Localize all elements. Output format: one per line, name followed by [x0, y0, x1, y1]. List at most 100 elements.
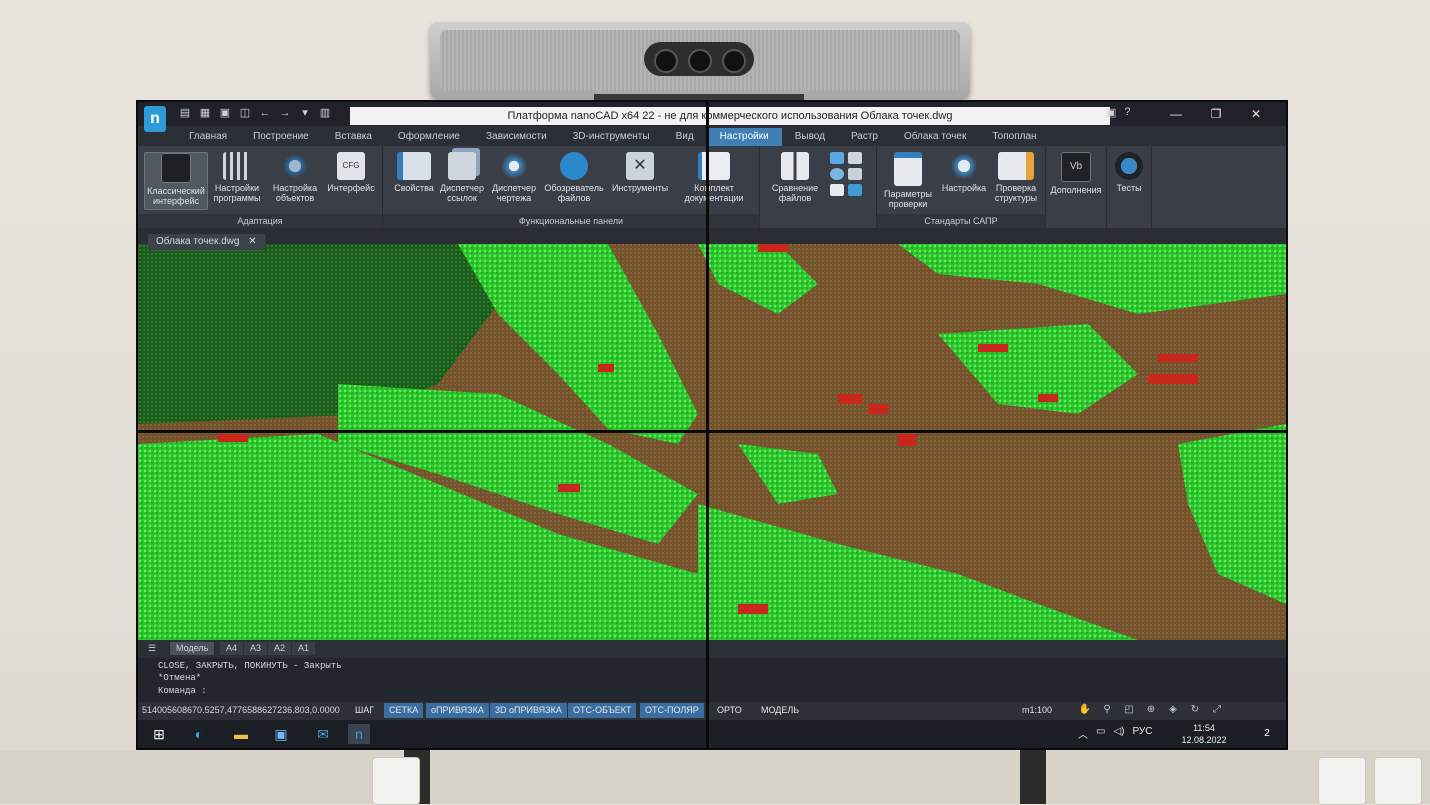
status-model-button[interactable]: МОДЕЛЬ	[756, 703, 804, 718]
monitor-stand-right	[1020, 748, 1046, 804]
file-explorer-button[interactable]: Обозреватель файлов	[543, 152, 605, 203]
zoom-extents-icon[interactable]: ⊕	[1144, 703, 1158, 717]
print-icon[interactable]: ▥	[318, 106, 332, 120]
qat-dropdown-icon[interactable]: ▾	[298, 106, 312, 120]
group-label: Адаптация	[138, 214, 382, 228]
xref-icon	[448, 152, 476, 180]
command-window[interactable]: CLOSE, ЗАКРЫТЬ, ПОКИНУТЬ - Закрыть *Отме…	[138, 658, 1286, 702]
minimize-button[interactable]: —	[1156, 104, 1196, 124]
layout-tab-a2[interactable]: A2	[268, 642, 292, 655]
group-tests: Тесты	[1107, 146, 1152, 228]
compare-files-button[interactable]: Сравнение файлов	[764, 152, 826, 203]
tab-zavisimosti[interactable]: Зависимости	[473, 128, 560, 146]
new-file-icon[interactable]: ▤	[178, 106, 192, 120]
tools-button[interactable]: ✕ Инструменты	[609, 152, 671, 193]
tab-postroenie[interactable]: Построение	[240, 128, 322, 146]
status-3d-osnap-button[interactable]: 3D оПРИВЯЗКА	[490, 703, 567, 718]
close-tab-icon[interactable]: ✕	[248, 236, 256, 247]
status-polar-tracking-button[interactable]: ОТС-ПОЛЯР	[640, 703, 704, 718]
vb-icon: Vb	[1061, 152, 1091, 182]
tab-3d-instrumenty[interactable]: 3D-инструменты	[560, 128, 663, 146]
mail-icon[interactable]: ✉	[312, 724, 334, 744]
status-ortho-button[interactable]: ОРТО	[712, 703, 747, 718]
status-object-tracking-button[interactable]: ОТС-ОБЪЕКТ	[568, 703, 637, 718]
redo-icon[interactable]: →	[278, 106, 292, 120]
refresh-icon[interactable]: ↻	[1188, 703, 1202, 717]
save-as-icon[interactable]: ◫	[238, 106, 252, 120]
tests-button[interactable]: Тесты	[1098, 152, 1160, 193]
group-compare: Сравнение файлов	[760, 146, 877, 228]
point-cloud-render	[138, 244, 1286, 640]
drawing-manager-button[interactable]: Диспетчер чертежа	[483, 152, 545, 203]
small-tool-icon[interactable]	[848, 152, 862, 164]
tab-oblaka-tochek[interactable]: Облака точек	[891, 128, 979, 146]
layout-tab-model[interactable]: Модель	[170, 642, 215, 655]
tab-vid[interactable]: Вид	[663, 128, 707, 146]
status-grid-button[interactable]: СЕТКА	[384, 703, 424, 718]
small-tool-icon[interactable]	[830, 168, 844, 180]
language-indicator[interactable]: РУС	[1132, 726, 1152, 741]
nanocad-taskbar-icon[interactable]: n	[348, 724, 370, 744]
small-tool-icon[interactable]	[848, 184, 862, 196]
tab-vyvod[interactable]: Вывод	[782, 128, 838, 146]
layout-menu-icon[interactable]: ☰	[142, 642, 162, 655]
program-settings-button[interactable]: Настройки программы	[206, 152, 268, 203]
group-adaptaciya: Классический интерфейс Настройки програм…	[138, 146, 383, 228]
save-icon[interactable]: ▣	[218, 106, 232, 120]
maximize-view-icon[interactable]: ⤢	[1210, 703, 1224, 717]
tab-glavnaya[interactable]: Главная	[176, 128, 240, 146]
command-prompt[interactable]: Команда :	[158, 686, 207, 696]
tray-chevron-icon[interactable]: ︿	[1078, 726, 1088, 741]
ribbon-toggle-icon[interactable]: ▣	[1106, 106, 1116, 119]
annotation-scale[interactable]: m1:100	[1022, 705, 1052, 715]
maximize-button[interactable]: ❐	[1196, 104, 1236, 124]
tab-oformlenie[interactable]: Оформление	[385, 128, 473, 146]
tools-icon: ✕	[626, 152, 654, 180]
small-tool-icon[interactable]	[830, 184, 844, 196]
small-tool-icon[interactable]	[830, 152, 844, 164]
camera-lens	[654, 49, 678, 73]
taskbar-clock[interactable]: 11:54 12.08.2022	[1174, 722, 1234, 746]
compare-files-icon	[781, 152, 809, 180]
zoom-icon[interactable]: ⚲	[1100, 703, 1114, 717]
nanocad-logo-icon[interactable]: n	[144, 106, 166, 132]
store-icon[interactable]: ▣	[270, 724, 292, 744]
small-tool-icon[interactable]	[848, 168, 862, 180]
tab-topoplan[interactable]: Топоплан	[979, 128, 1049, 146]
object-settings-button[interactable]: Настройка объектов	[264, 152, 326, 203]
notification-center-icon[interactable]: 2	[1256, 724, 1278, 744]
windows-start-icon[interactable]: ⊞	[148, 724, 170, 744]
document-tab[interactable]: Облака точек.dwg ✕	[148, 234, 265, 250]
file-explorer-icon	[560, 152, 588, 180]
drawing-viewport[interactable]	[138, 244, 1286, 640]
pan-hand-icon[interactable]: ✋	[1078, 703, 1092, 717]
open-file-icon[interactable]: ▦	[198, 106, 212, 120]
documentation-kit-button[interactable]: Комплект документации	[683, 152, 745, 203]
file-explorer-taskbar-icon[interactable]: ▬	[230, 724, 252, 744]
group-label: Стандарты САПР	[877, 214, 1045, 228]
check-parameters-button[interactable]: Параметры проверки	[877, 152, 939, 209]
check-structure-button[interactable]: Проверка структуры	[985, 152, 1047, 203]
layout-tab-a4[interactable]: A4	[220, 642, 244, 655]
video-wall-seam-horizontal	[138, 430, 1286, 433]
layout-tab-a1[interactable]: A1	[292, 642, 316, 655]
classic-interface-button[interactable]: Классический интерфейс	[144, 152, 208, 210]
status-osnap-button[interactable]: оПРИВЯЗКА	[426, 703, 489, 718]
layout-tab-a3[interactable]: A3	[244, 642, 268, 655]
tab-vstavka[interactable]: Вставка	[322, 128, 385, 146]
zoom-window-icon[interactable]: ◰	[1122, 703, 1136, 717]
network-icon[interactable]: ▭	[1096, 726, 1105, 741]
clock-time: 11:54	[1193, 723, 1215, 733]
gauge-icon	[1115, 152, 1143, 180]
tab-nastroyki[interactable]: Настройки	[706, 128, 782, 146]
status-snap-button[interactable]: ШАГ	[350, 703, 379, 718]
interface-button[interactable]: CFG Интерфейс	[320, 152, 382, 193]
help-icon[interactable]: ?	[1124, 106, 1130, 119]
undo-icon[interactable]: ←	[258, 106, 272, 120]
tab-rastr[interactable]: Растр	[838, 128, 891, 146]
edge-browser-icon[interactable]: ◐	[188, 724, 210, 744]
drawing-manager-icon	[500, 152, 528, 180]
close-button[interactable]: ✕	[1236, 104, 1276, 124]
orbit-icon[interactable]: ◈	[1166, 703, 1180, 717]
volume-icon[interactable]: ◁)	[1113, 726, 1124, 741]
